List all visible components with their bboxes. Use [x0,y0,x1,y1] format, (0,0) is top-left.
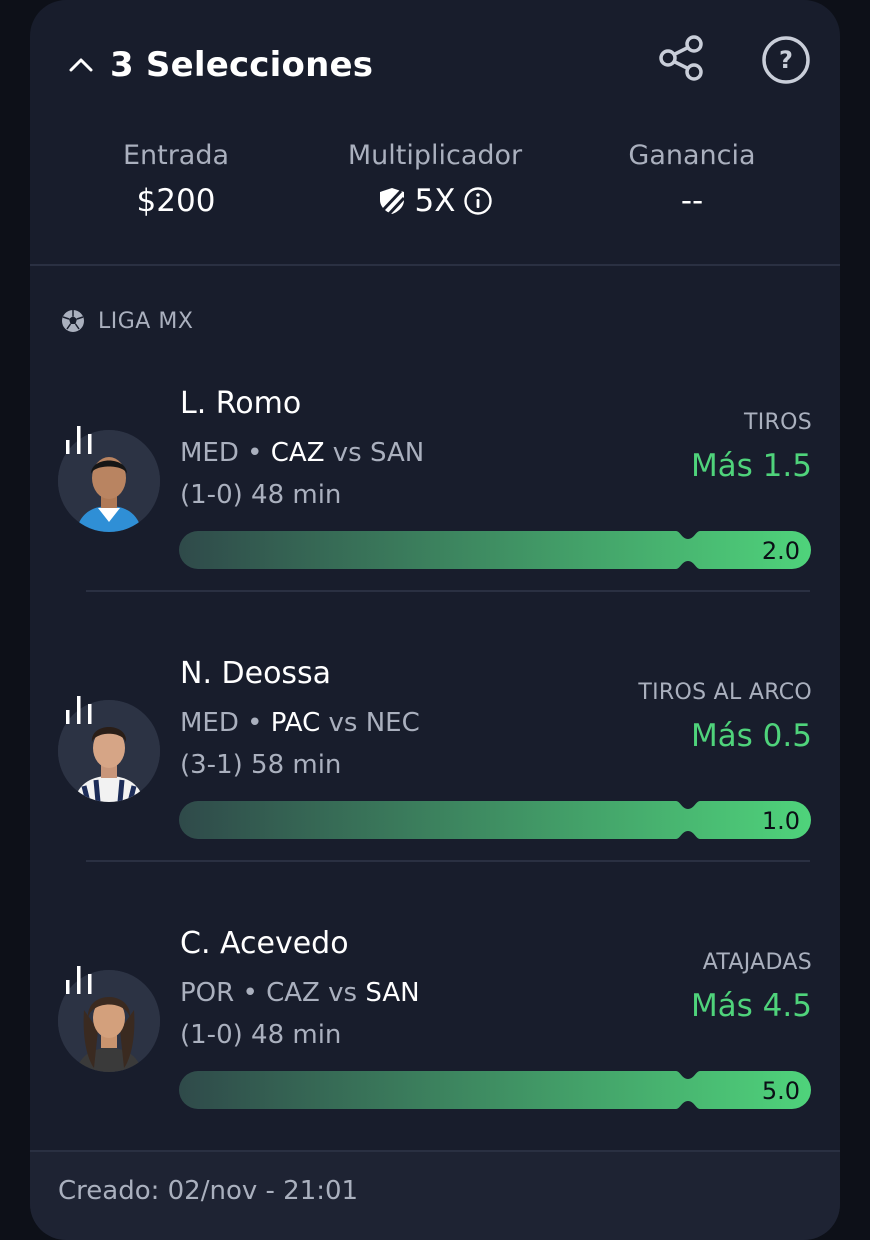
player-name: N. Deossa [180,656,332,691]
projection-line: Más 1.5 [690,448,812,484]
soccer-ball-icon [62,310,84,332]
progress-bar: 2.0 [179,531,811,569]
stats-bars-icon[interactable] [64,422,94,456]
game-time: 48 min [251,480,342,510]
multiplier-value-row[interactable]: 5X [305,181,565,221]
help-icon[interactable]: ? [760,34,812,86]
player-name: L. Romo [180,386,302,421]
multiplier-stat: Multiplicador 5X [305,140,565,221]
chevron-up-icon [69,58,93,72]
pick-separator [86,860,810,862]
payout-label: Ganancia [628,140,756,171]
info-icon[interactable] [463,186,493,216]
stat-type: TIROS AL ARCO [638,680,812,705]
entry-value: $200 [136,183,216,219]
opponent-team: NEC [365,708,420,738]
lineup-card: 3 Selecciones ? Entrada $200 Multiplicad… [30,0,840,1240]
player-position: MED [180,438,239,468]
player-team: PAC [270,708,321,738]
game-status: (1-0) 48 min [180,1020,341,1050]
header-divider [30,264,840,266]
player-matchup: POR • CAZ vs SAN [180,978,420,1008]
pick-separator [86,590,810,592]
game-score: (3-1) [180,750,243,780]
entry-stat: Entrada $200 [46,140,306,221]
entry-value-row: $200 [46,181,306,221]
game-time: 58 min [251,750,342,780]
stats-bars-icon[interactable] [64,962,94,996]
stat-type: ATAJADAS [702,950,812,975]
current-value: 5.0 [762,1077,800,1105]
projection-line: Más 0.5 [690,718,812,754]
multiplier-label: Multiplicador [347,140,523,171]
game-score: (1-0) [180,480,243,510]
stat-type: TIROS [744,410,812,435]
payout-value: -- [680,183,704,219]
game-status: (3-1) 58 min [180,750,341,780]
player-position: POR [180,978,235,1008]
player-matchup: MED • PAC vs NEC [180,708,420,738]
selections-title: 3 Selecciones [110,45,374,85]
shield-icon [379,188,405,216]
created-timestamp: Creado: 02/nov - 21:01 [58,1176,359,1206]
game-score: (1-0) [180,1020,243,1050]
vs-label: vs [328,978,358,1008]
projection-line: Más 4.5 [690,988,812,1024]
current-value: 2.0 [762,537,800,565]
player-position: MED [180,708,239,738]
player-team: CAZ [266,978,320,1008]
pick-card[interactable]: C. Acevedo POR • CAZ vs SAN (1-0) 48 min… [30,920,840,1120]
vs-label: vs [328,708,358,738]
card-header: 3 Selecciones ? [30,0,840,130]
progress-bar: 5.0 [179,1071,811,1109]
pick-card[interactable]: L. Romo MED • CAZ vs SAN (1-0) 48 min TI… [30,380,840,580]
payout-stat: Ganancia -- [562,140,822,221]
opponent-team: SAN [365,978,420,1008]
player-team: CAZ [270,438,325,468]
player-matchup: MED • CAZ vs SAN [180,438,425,468]
entry-label: Entrada [122,140,230,171]
svg-text:?: ? [779,46,793,74]
opponent-team: SAN [370,438,425,468]
share-icon[interactable] [654,30,710,86]
game-status: (1-0) 48 min [180,480,341,510]
multiplier-value: 5X [414,183,456,219]
card-footer: Creado: 02/nov - 21:01 [30,1150,840,1240]
progress-bar: 1.0 [179,801,811,839]
payout-value-row: -- [562,181,822,221]
league-tag: LIGA MX [60,308,193,334]
vs-label: vs [332,438,362,468]
collapse-toggle[interactable]: 3 Selecciones [66,40,373,90]
current-value: 1.0 [762,807,800,835]
player-name: C. Acevedo [180,926,349,961]
pick-card[interactable]: N. Deossa MED • PAC vs NEC (3-1) 58 min … [30,650,840,850]
league-name: LIGA MX [98,308,194,334]
game-time: 48 min [251,1020,342,1050]
stats-bars-icon[interactable] [64,692,94,726]
entry-stats: Entrada $200 Multiplicador 5X Ganancia -… [30,140,840,240]
